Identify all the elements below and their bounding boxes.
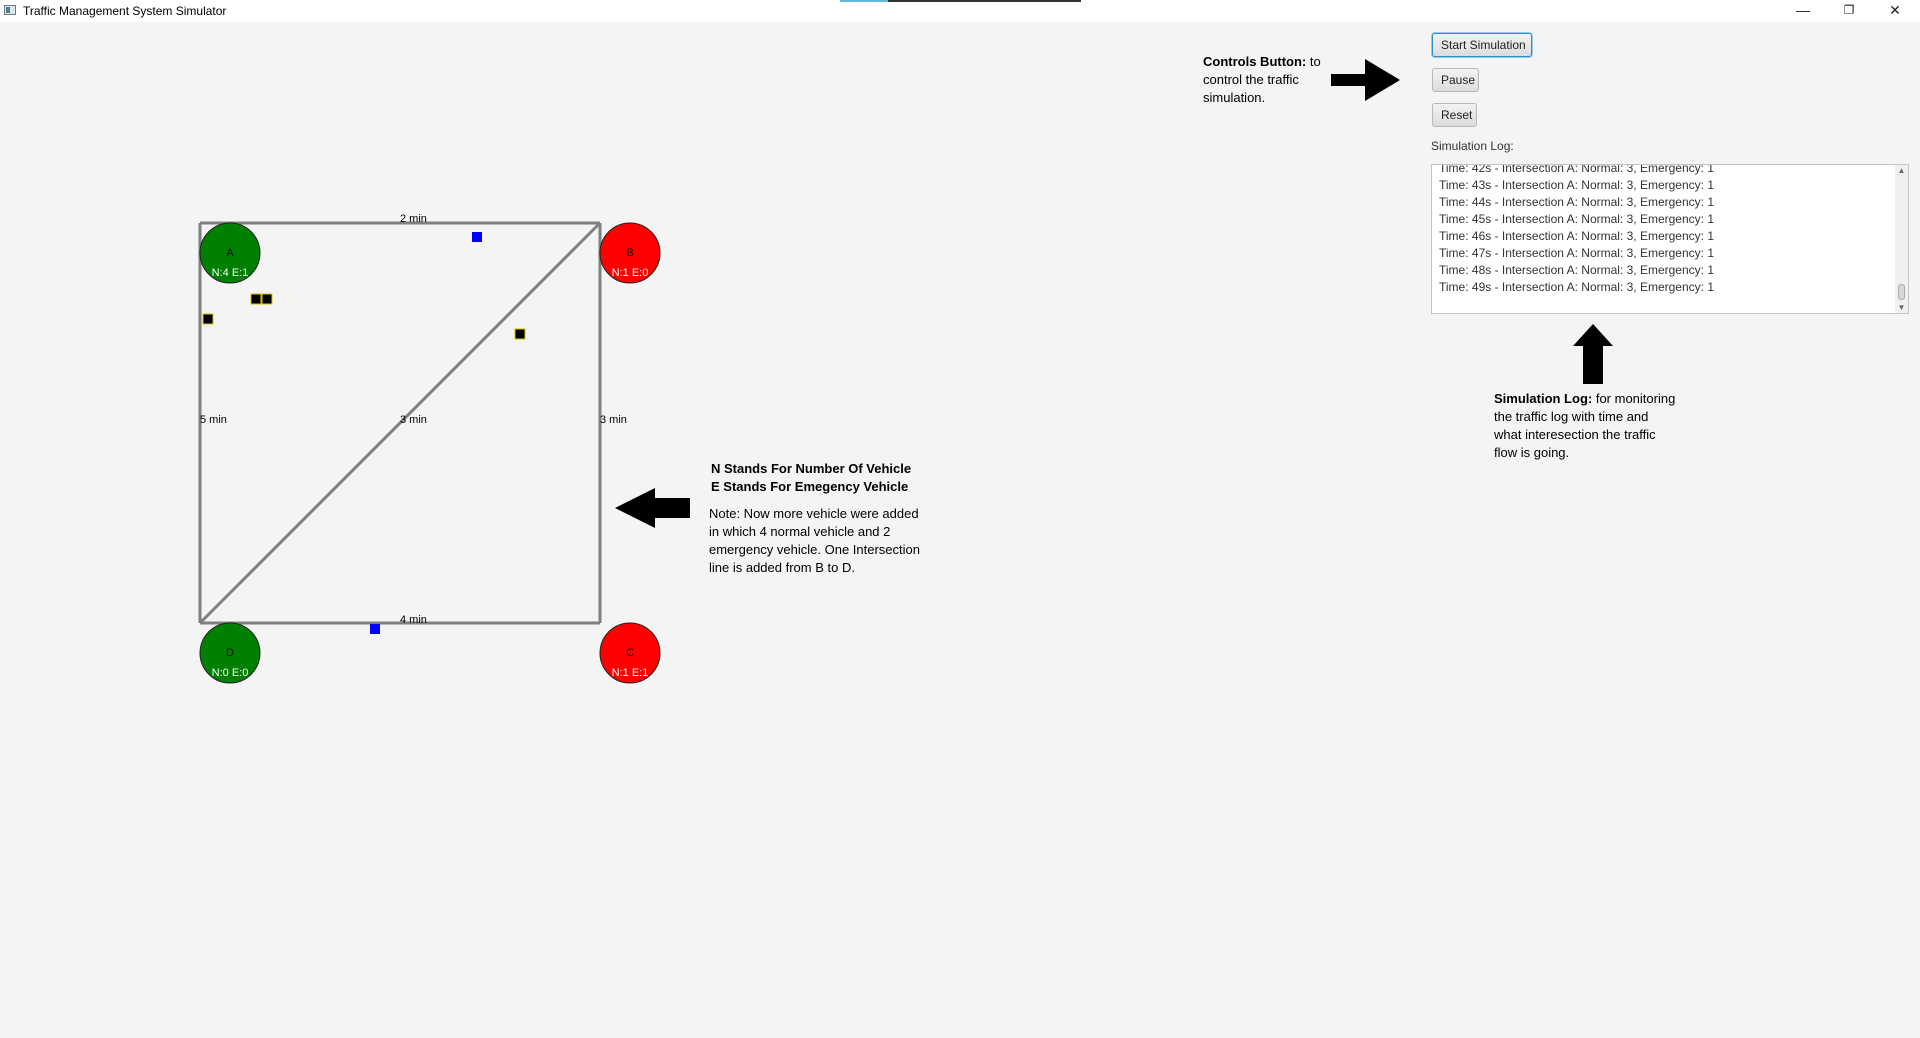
log-annotation-text: what interesection the traffic: [1494, 427, 1656, 442]
log-annotation-text: for monitoring: [1592, 391, 1676, 406]
window-title-bar: Traffic Management System Simulator — ❐ …: [0, 0, 1920, 22]
intersection-b: B N:1 E:0: [599, 222, 661, 284]
traffic-map-canvas: 2 min 5 min 3 min 4 min 3 min A N:4 E:1 …: [198, 59, 1613, 684]
log-line: Time: 42s - Intersection A: Normal: 3, E…: [1439, 164, 1714, 175]
app-icon: [4, 5, 16, 15]
controls-annotation-text: to: [1306, 54, 1321, 69]
arrow-right-icon: [1331, 59, 1400, 101]
edge-label-b-c: 3 min: [600, 414, 627, 426]
titlebar-dark-bar: [888, 0, 1081, 2]
legend-line-e: E Stands For Emegency Vehicle: [711, 479, 909, 494]
log-annotation-text: the traffic log with time and: [1494, 409, 1649, 424]
emergency-vehicle: [250, 293, 262, 305]
log-annotation: Simulation Log: for monitoring the traff…: [1494, 390, 1704, 462]
simulation-log-label: Simulation Log:: [1431, 139, 1514, 153]
close-button[interactable]: ✕: [1872, 0, 1918, 22]
controls-annotation-text: simulation.: [1203, 90, 1266, 105]
simulation-log-lines: Time: 42s - Intersection A: Normal: 3, E…: [1439, 164, 1889, 296]
log-line: Time: 43s - Intersection A: Normal: 3, E…: [1439, 178, 1714, 192]
controls-annotation-title: Controls Button:: [1203, 54, 1307, 69]
normal-vehicle: [370, 624, 380, 634]
titlebar-accent-bar: [840, 0, 888, 2]
arrow-up-icon: [1573, 324, 1613, 384]
intersection-b-letter: B: [626, 247, 633, 259]
intersection-c-stats: N:1 E:1: [612, 667, 649, 679]
minimize-button[interactable]: —: [1780, 0, 1826, 22]
emergency-vehicle: [514, 328, 526, 340]
emergency-vehicle: [202, 313, 214, 325]
log-line: Time: 46s - Intersection A: Normal: 3, E…: [1439, 229, 1714, 243]
intersection-c-letter: C: [626, 647, 634, 659]
note-line: Note: Now more vehicle were added: [709, 506, 919, 521]
intersection-c: C N:1 E:1: [599, 622, 661, 684]
reset-button[interactable]: Reset: [1432, 103, 1477, 127]
simulation-log-textarea[interactable]: Time: 42s - Intersection A: Normal: 3, E…: [1431, 164, 1909, 314]
intersection-d-stats: N:0 E:0: [212, 667, 249, 679]
window-title: Traffic Management System Simulator: [23, 4, 227, 18]
note-line: line is added from B to D.: [709, 560, 855, 575]
log-line: Time: 49s - Intersection A: Normal: 3, E…: [1439, 280, 1714, 294]
log-line: Time: 44s - Intersection A: Normal: 3, E…: [1439, 195, 1714, 209]
note-line: in which 4 normal vehicle and 2: [709, 524, 891, 539]
controls-annotation-text: control the traffic: [1203, 72, 1299, 87]
arrow-left-icon: [615, 488, 690, 528]
log-line: Time: 47s - Intersection A: Normal: 3, E…: [1439, 246, 1714, 260]
legend-annotation: N Stands For Number Of Vehicle E Stands …: [711, 460, 951, 496]
intersection-d-letter: D: [226, 647, 234, 659]
scroll-down-icon[interactable]: ▼: [1897, 303, 1906, 312]
intersection-b-stats: N:1 E:0: [612, 267, 649, 279]
start-simulation-button[interactable]: Start Simulation: [1432, 33, 1532, 57]
edge-label-d-c: 4 min: [400, 614, 427, 626]
edge-label-b-d: 3 min: [400, 414, 427, 426]
intersection-a-letter: A: [226, 247, 234, 259]
pause-button[interactable]: Pause: [1432, 68, 1479, 92]
log-scrollbar[interactable]: ▲ ▼: [1895, 165, 1908, 313]
controls-annotation: Controls Button: to control the traffic …: [1203, 53, 1328, 107]
legend-line-n: N Stands For Number Of Vehicle: [711, 461, 912, 476]
log-annotation-title: Simulation Log:: [1494, 391, 1593, 406]
note-line: emergency vehicle. One Intersection: [709, 542, 920, 557]
normal-vehicle: [472, 232, 482, 242]
intersection-a: A N:4 E:1: [199, 222, 261, 284]
edge-label-a-d: 5 min: [200, 414, 227, 426]
log-line: Time: 45s - Intersection A: Normal: 3, E…: [1439, 212, 1714, 226]
emergency-vehicle: [261, 293, 273, 305]
intersection-a-stats: N:4 E:1: [212, 267, 249, 279]
scroll-up-icon[interactable]: ▲: [1897, 166, 1906, 175]
edge-label-a-b: 2 min: [400, 213, 427, 225]
log-annotation-text: flow is going.: [1494, 445, 1570, 460]
note-annotation: Note: Now more vehicle were added in whi…: [709, 505, 959, 577]
log-line: Time: 48s - Intersection A: Normal: 3, E…: [1439, 263, 1714, 277]
scroll-thumb[interactable]: [1898, 284, 1905, 300]
intersection-d: D N:0 E:0: [199, 622, 261, 684]
restore-button[interactable]: ❐: [1826, 0, 1872, 22]
